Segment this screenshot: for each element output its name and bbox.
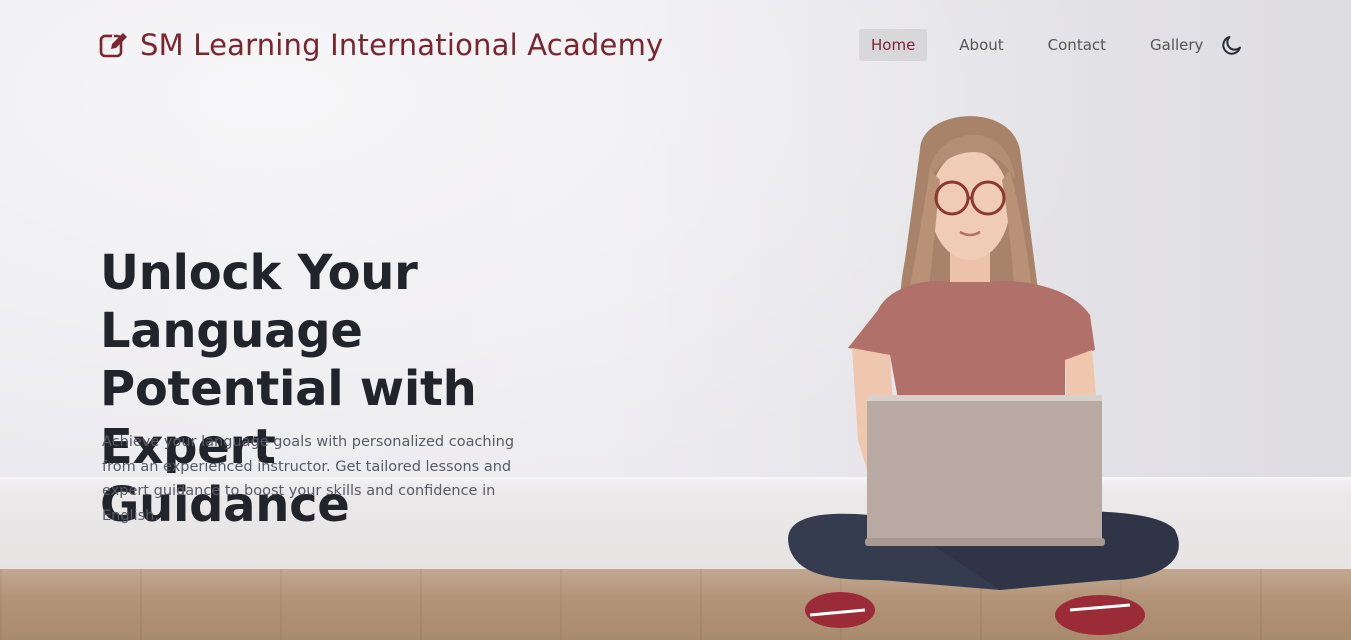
brand-title: SM Learning International Academy xyxy=(140,28,664,62)
main-nav: Home About Contact Gallery xyxy=(859,29,1235,61)
nav-gallery[interactable]: Gallery xyxy=(1138,29,1215,61)
hero-description: Achieve your language goals with persona… xyxy=(102,434,515,524)
nav-home[interactable]: Home xyxy=(859,29,928,61)
brand-logo[interactable]: SM Learning International Academy xyxy=(98,28,663,62)
moon-icon[interactable] xyxy=(1220,33,1244,57)
site-header: SM Learning International Academy Home A… xyxy=(0,0,1351,92)
nav-about[interactable]: About xyxy=(947,29,1015,61)
student-with-laptop-image xyxy=(788,116,1179,635)
edit-square-icon xyxy=(99,33,127,58)
headline-line-1: Unlock Your Language xyxy=(100,245,418,359)
nav-contact[interactable]: Contact xyxy=(1036,29,1118,61)
